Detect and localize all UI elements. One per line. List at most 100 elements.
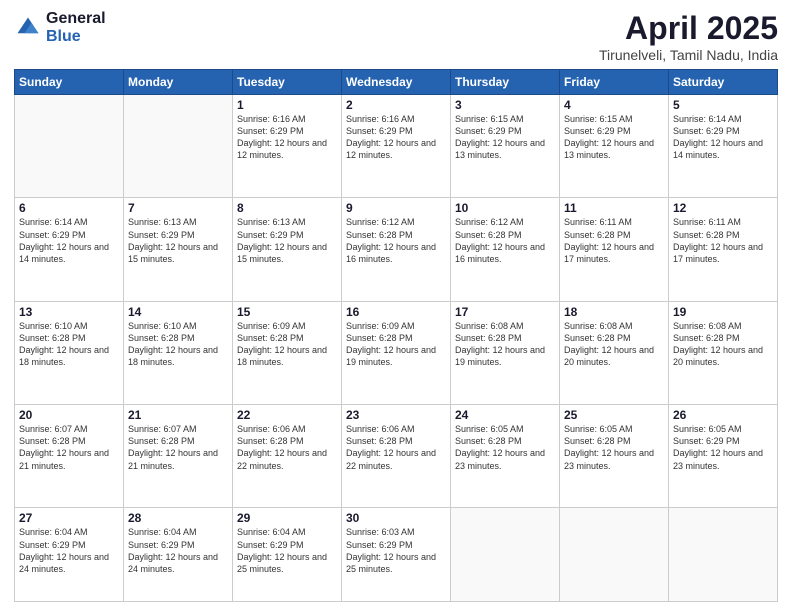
calendar-week-row: 1Sunrise: 6:16 AM Sunset: 6:29 PM Daylig… <box>15 95 778 198</box>
day-info: Sunrise: 6:05 AM Sunset: 6:28 PM Dayligh… <box>564 423 664 472</box>
logo-blue: Blue <box>46 28 106 46</box>
calendar-week-row: 6Sunrise: 6:14 AM Sunset: 6:29 PM Daylig… <box>15 198 778 301</box>
calendar-day-cell: 29Sunrise: 6:04 AM Sunset: 6:29 PM Dayli… <box>233 508 342 602</box>
calendar-day-header: Wednesday <box>342 70 451 95</box>
day-number: 10 <box>455 201 555 215</box>
calendar-day-cell: 4Sunrise: 6:15 AM Sunset: 6:29 PM Daylig… <box>560 95 669 198</box>
day-info: Sunrise: 6:04 AM Sunset: 6:29 PM Dayligh… <box>128 526 228 575</box>
day-number: 25 <box>564 408 664 422</box>
day-number: 27 <box>19 511 119 525</box>
day-number: 8 <box>237 201 337 215</box>
calendar-week-row: 20Sunrise: 6:07 AM Sunset: 6:28 PM Dayli… <box>15 405 778 508</box>
day-number: 14 <box>128 305 228 319</box>
day-number: 4 <box>564 98 664 112</box>
day-info: Sunrise: 6:15 AM Sunset: 6:29 PM Dayligh… <box>564 113 664 162</box>
calendar-day-cell: 25Sunrise: 6:05 AM Sunset: 6:28 PM Dayli… <box>560 405 669 508</box>
calendar-day-cell: 26Sunrise: 6:05 AM Sunset: 6:29 PM Dayli… <box>669 405 778 508</box>
day-info: Sunrise: 6:09 AM Sunset: 6:28 PM Dayligh… <box>346 320 446 369</box>
calendar-day-cell <box>669 508 778 602</box>
day-info: Sunrise: 6:15 AM Sunset: 6:29 PM Dayligh… <box>455 113 555 162</box>
logo-icon <box>14 14 42 42</box>
calendar-day-cell: 6Sunrise: 6:14 AM Sunset: 6:29 PM Daylig… <box>15 198 124 301</box>
calendar-day-cell: 9Sunrise: 6:12 AM Sunset: 6:28 PM Daylig… <box>342 198 451 301</box>
day-number: 13 <box>19 305 119 319</box>
day-number: 21 <box>128 408 228 422</box>
subtitle: Tirunelveli, Tamil Nadu, India <box>599 47 778 63</box>
day-number: 20 <box>19 408 119 422</box>
calendar-day-cell: 15Sunrise: 6:09 AM Sunset: 6:28 PM Dayli… <box>233 301 342 404</box>
calendar-day-cell: 18Sunrise: 6:08 AM Sunset: 6:28 PM Dayli… <box>560 301 669 404</box>
day-info: Sunrise: 6:08 AM Sunset: 6:28 PM Dayligh… <box>455 320 555 369</box>
day-info: Sunrise: 6:11 AM Sunset: 6:28 PM Dayligh… <box>564 216 664 265</box>
calendar-day-cell: 3Sunrise: 6:15 AM Sunset: 6:29 PM Daylig… <box>451 95 560 198</box>
day-number: 17 <box>455 305 555 319</box>
calendar-week-row: 13Sunrise: 6:10 AM Sunset: 6:28 PM Dayli… <box>15 301 778 404</box>
day-info: Sunrise: 6:04 AM Sunset: 6:29 PM Dayligh… <box>19 526 119 575</box>
calendar-header-row: SundayMondayTuesdayWednesdayThursdayFrid… <box>15 70 778 95</box>
day-number: 30 <box>346 511 446 525</box>
day-number: 12 <box>673 201 773 215</box>
calendar-day-cell: 7Sunrise: 6:13 AM Sunset: 6:29 PM Daylig… <box>124 198 233 301</box>
header: General Blue April 2025 Tirunelveli, Tam… <box>14 10 778 63</box>
calendar-table: SundayMondayTuesdayWednesdayThursdayFrid… <box>14 69 778 602</box>
day-info: Sunrise: 6:12 AM Sunset: 6:28 PM Dayligh… <box>455 216 555 265</box>
calendar-day-cell <box>15 95 124 198</box>
day-info: Sunrise: 6:04 AM Sunset: 6:29 PM Dayligh… <box>237 526 337 575</box>
day-number: 11 <box>564 201 664 215</box>
day-number: 16 <box>346 305 446 319</box>
day-number: 9 <box>346 201 446 215</box>
title-block: April 2025 Tirunelveli, Tamil Nadu, Indi… <box>599 10 778 63</box>
calendar-day-cell: 2Sunrise: 6:16 AM Sunset: 6:29 PM Daylig… <box>342 95 451 198</box>
calendar-day-cell: 27Sunrise: 6:04 AM Sunset: 6:29 PM Dayli… <box>15 508 124 602</box>
calendar-day-cell: 1Sunrise: 6:16 AM Sunset: 6:29 PM Daylig… <box>233 95 342 198</box>
day-number: 24 <box>455 408 555 422</box>
day-info: Sunrise: 6:06 AM Sunset: 6:28 PM Dayligh… <box>346 423 446 472</box>
day-info: Sunrise: 6:10 AM Sunset: 6:28 PM Dayligh… <box>128 320 228 369</box>
calendar-day-header: Friday <box>560 70 669 95</box>
day-number: 15 <box>237 305 337 319</box>
calendar-day-cell: 13Sunrise: 6:10 AM Sunset: 6:28 PM Dayli… <box>15 301 124 404</box>
day-info: Sunrise: 6:13 AM Sunset: 6:29 PM Dayligh… <box>128 216 228 265</box>
day-number: 6 <box>19 201 119 215</box>
calendar-day-cell: 5Sunrise: 6:14 AM Sunset: 6:29 PM Daylig… <box>669 95 778 198</box>
day-info: Sunrise: 6:07 AM Sunset: 6:28 PM Dayligh… <box>19 423 119 472</box>
calendar-day-header: Sunday <box>15 70 124 95</box>
day-info: Sunrise: 6:16 AM Sunset: 6:29 PM Dayligh… <box>237 113 337 162</box>
day-info: Sunrise: 6:03 AM Sunset: 6:29 PM Dayligh… <box>346 526 446 575</box>
day-info: Sunrise: 6:05 AM Sunset: 6:28 PM Dayligh… <box>455 423 555 472</box>
calendar-day-cell <box>560 508 669 602</box>
day-info: Sunrise: 6:08 AM Sunset: 6:28 PM Dayligh… <box>564 320 664 369</box>
day-number: 28 <box>128 511 228 525</box>
day-number: 29 <box>237 511 337 525</box>
day-info: Sunrise: 6:10 AM Sunset: 6:28 PM Dayligh… <box>19 320 119 369</box>
calendar-day-cell: 21Sunrise: 6:07 AM Sunset: 6:28 PM Dayli… <box>124 405 233 508</box>
day-number: 19 <box>673 305 773 319</box>
day-info: Sunrise: 6:13 AM Sunset: 6:29 PM Dayligh… <box>237 216 337 265</box>
calendar-day-cell: 28Sunrise: 6:04 AM Sunset: 6:29 PM Dayli… <box>124 508 233 602</box>
calendar-day-cell <box>451 508 560 602</box>
day-number: 18 <box>564 305 664 319</box>
calendar-day-cell: 17Sunrise: 6:08 AM Sunset: 6:28 PM Dayli… <box>451 301 560 404</box>
calendar-day-cell: 30Sunrise: 6:03 AM Sunset: 6:29 PM Dayli… <box>342 508 451 602</box>
day-number: 1 <box>237 98 337 112</box>
day-number: 26 <box>673 408 773 422</box>
calendar-day-header: Saturday <box>669 70 778 95</box>
calendar-day-cell: 19Sunrise: 6:08 AM Sunset: 6:28 PM Dayli… <box>669 301 778 404</box>
day-info: Sunrise: 6:09 AM Sunset: 6:28 PM Dayligh… <box>237 320 337 369</box>
calendar-day-cell: 22Sunrise: 6:06 AM Sunset: 6:28 PM Dayli… <box>233 405 342 508</box>
day-number: 22 <box>237 408 337 422</box>
day-info: Sunrise: 6:14 AM Sunset: 6:29 PM Dayligh… <box>673 113 773 162</box>
calendar-day-cell: 14Sunrise: 6:10 AM Sunset: 6:28 PM Dayli… <box>124 301 233 404</box>
calendar-day-cell: 20Sunrise: 6:07 AM Sunset: 6:28 PM Dayli… <box>15 405 124 508</box>
calendar-day-cell: 10Sunrise: 6:12 AM Sunset: 6:28 PM Dayli… <box>451 198 560 301</box>
day-info: Sunrise: 6:14 AM Sunset: 6:29 PM Dayligh… <box>19 216 119 265</box>
day-info: Sunrise: 6:07 AM Sunset: 6:28 PM Dayligh… <box>128 423 228 472</box>
day-number: 5 <box>673 98 773 112</box>
calendar-day-header: Thursday <box>451 70 560 95</box>
day-number: 23 <box>346 408 446 422</box>
calendar-day-header: Monday <box>124 70 233 95</box>
day-info: Sunrise: 6:12 AM Sunset: 6:28 PM Dayligh… <box>346 216 446 265</box>
logo: General Blue <box>14 10 106 45</box>
calendar-day-cell: 23Sunrise: 6:06 AM Sunset: 6:28 PM Dayli… <box>342 405 451 508</box>
main-title: April 2025 <box>599 10 778 47</box>
